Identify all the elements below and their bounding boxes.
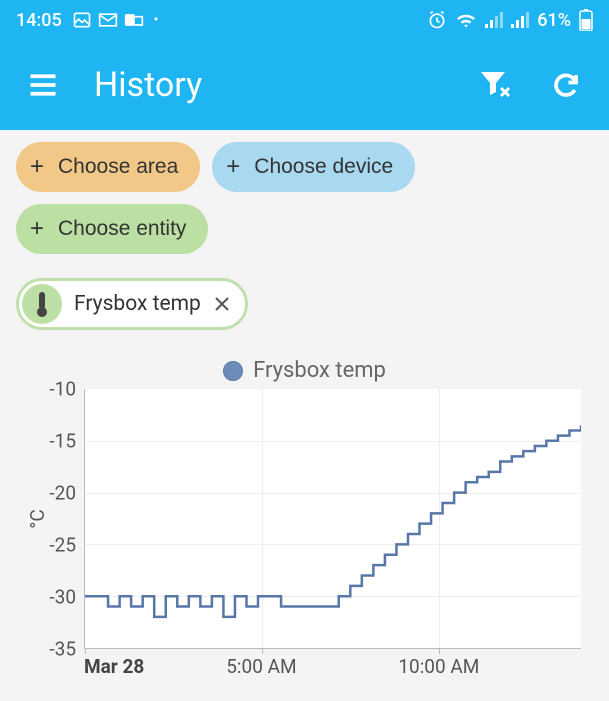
y-axis: -10 -15 -20 -25 -30 -35	[24, 389, 84, 649]
battery-percent: 61%	[537, 10, 571, 31]
signal-icon-2	[511, 12, 529, 28]
battery-icon	[579, 9, 593, 31]
x-tick: Mar 28	[84, 655, 144, 678]
plot-area[interactable]	[84, 389, 581, 649]
wifi-icon	[455, 11, 477, 29]
choose-area-chip[interactable]: + Choose area	[16, 142, 200, 192]
selected-entity-chip[interactable]: Frysbox temp	[16, 278, 248, 330]
x-axis: Mar 28 5:00 AM 10:00 AM	[84, 655, 581, 685]
filter-clear-button[interactable]	[475, 66, 515, 104]
filter-chips: + Choose area + Choose device	[16, 142, 593, 192]
app-bar: History	[0, 40, 609, 130]
chip-label: Choose area	[58, 155, 178, 179]
hamburger-icon	[28, 73, 58, 97]
choose-entity-chip[interactable]: + Choose entity	[16, 204, 208, 254]
legend-label: Frysbox temp	[253, 358, 386, 383]
filter-chips-row2: + Choose entity	[16, 204, 593, 254]
x-tick: 10:00 AM	[398, 655, 479, 678]
refresh-icon	[551, 70, 581, 100]
chip-label: Choose device	[254, 155, 393, 179]
y-tick: -15	[49, 430, 76, 453]
remove-entity-button[interactable]	[213, 295, 231, 313]
content: + Choose area + Choose device + Choose e…	[0, 130, 609, 701]
alarm-icon	[427, 10, 447, 30]
legend-marker-icon	[223, 361, 243, 381]
close-icon	[213, 295, 231, 313]
more-icon: •	[154, 12, 159, 28]
y-tick: -20	[49, 482, 76, 505]
refresh-button[interactable]	[547, 66, 585, 104]
y-tick: -30	[49, 586, 76, 609]
outlook-icon	[124, 11, 144, 29]
y-tick: -25	[49, 534, 76, 557]
chart: °C -10 -15 -20 -25 -30 -35 Mar 28 5:00 A…	[24, 389, 585, 689]
gmail-icon	[98, 12, 118, 28]
entity-name: Frysbox temp	[62, 292, 213, 316]
page-title: History	[94, 65, 443, 105]
status-right: 61%	[427, 9, 593, 31]
y-tick: -35	[49, 638, 76, 661]
plus-icon: +	[226, 153, 240, 181]
thermometer-icon	[22, 284, 62, 324]
status-left: 14:05 •	[16, 10, 159, 31]
status-notification-icons	[72, 10, 144, 30]
menu-button[interactable]	[24, 69, 62, 101]
x-tick: 5:00 AM	[226, 655, 296, 678]
chart-legend[interactable]: Frysbox temp	[16, 358, 593, 383]
signal-icon	[485, 12, 503, 28]
plus-icon: +	[30, 153, 44, 181]
status-bar: 14:05 • 61%	[0, 0, 609, 40]
app-bar-actions	[475, 66, 585, 104]
y-tick: -10	[49, 378, 76, 401]
series-line	[85, 389, 581, 648]
filter-x-icon	[479, 70, 511, 100]
plus-icon: +	[30, 215, 44, 243]
chip-label: Choose entity	[58, 217, 186, 241]
image-icon	[72, 10, 92, 30]
clock: 14:05	[16, 10, 62, 31]
choose-device-chip[interactable]: + Choose device	[212, 142, 415, 192]
